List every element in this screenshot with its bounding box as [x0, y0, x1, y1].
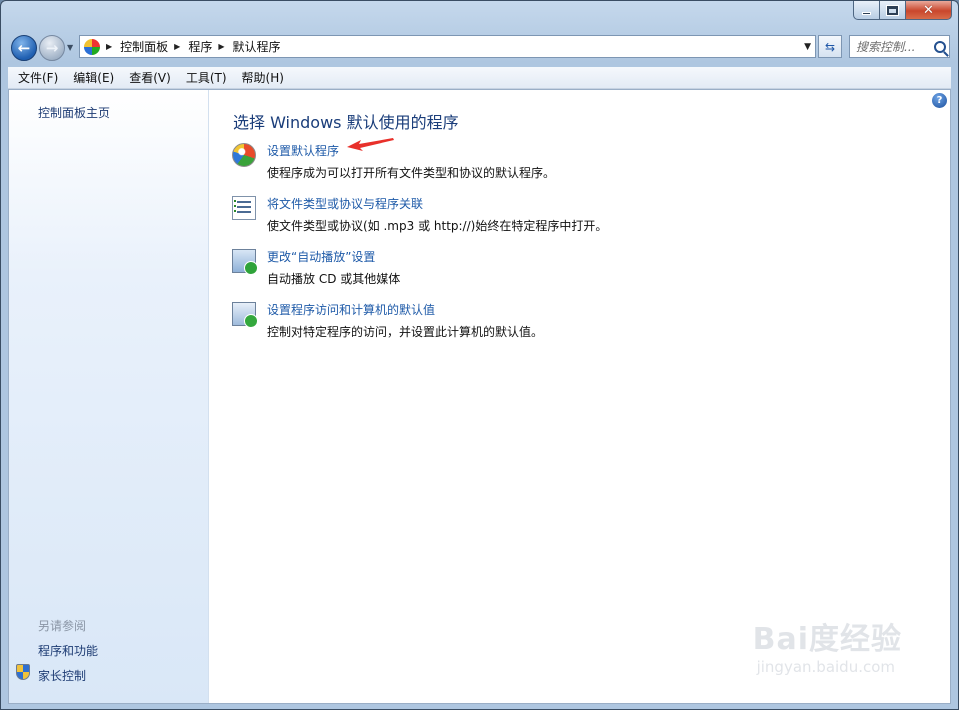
maximize-button[interactable] — [880, 1, 906, 20]
address-dropdown-icon[interactable]: ▼ — [804, 42, 811, 52]
forward-button[interactable]: → — [39, 35, 65, 61]
menu-help[interactable]: 帮助(H) — [237, 69, 289, 86]
page-title: 选择 Windows 默认使用的程序 — [233, 113, 459, 132]
back-button[interactable]: ← — [11, 35, 37, 61]
menu-view[interactable]: 查看(V) — [124, 69, 176, 86]
search-box — [849, 35, 950, 58]
search-icon[interactable] — [934, 40, 946, 53]
sidebar-link-parental-controls[interactable]: 家长控制 — [38, 667, 86, 684]
recent-pages-dropdown[interactable]: ▼ — [67, 43, 73, 52]
shield-icon — [16, 664, 30, 680]
red-arrow-annotation — [347, 138, 394, 151]
content-frame: 控制面板主页 另请参阅 程序和功能 家长控制 ? 选择 Windows 默认使用… — [8, 89, 951, 704]
sidebar: 控制面板主页 另请参阅 程序和功能 家长控制 — [9, 90, 209, 703]
minimize-button[interactable] — [853, 1, 880, 20]
task-description: 自动播放 CD 或其他媒体 — [267, 272, 401, 286]
baidu-jingyan-watermark: Bai度经验 jingyan.baidu.com — [753, 614, 902, 676]
autoplay-icon — [232, 249, 258, 275]
task-file-association: 将文件类型或协议与程序关联 使文件类型或协议(如 .mp3 或 http://)… — [232, 195, 932, 239]
watermark-logo: Bai度经验 — [752, 622, 902, 657]
refresh-button[interactable]: ⇆ — [818, 35, 842, 58]
refresh-icon: ⇆ — [824, 39, 836, 54]
link-set-default-programs[interactable]: 设置默认程序 — [267, 142, 339, 159]
breadcrumb-default-programs[interactable]: 默认程序 — [233, 38, 281, 55]
breadcrumb-control-panel[interactable]: 控制面板 — [120, 38, 168, 55]
default-programs-icon — [232, 143, 256, 167]
explorer-window: ✕ ← → ▼ ▶ 控制面板 ▶ 程序 ▶ 默认程序 ▼ ⇆ 文件(F) 编辑(… — [0, 0, 959, 710]
task-program-access: 设置程序访问和计算机的默认值 控制对特定程序的访问，并设置此计算机的默认值。 — [232, 301, 932, 345]
menu-file[interactable]: 文件(F) — [13, 69, 63, 86]
link-autoplay-settings[interactable]: 更改“自动播放”设置 — [267, 248, 375, 265]
task-set-default-programs: 设置默认程序 使程序成为可以打开所有文件类型和协议的默认程序。 — [232, 142, 932, 186]
program-access-icon — [232, 302, 258, 328]
watermark-url: jingyan.baidu.com — [756, 658, 896, 676]
link-file-association[interactable]: 将文件类型或协议与程序关联 — [267, 195, 423, 212]
maximize-icon — [886, 4, 899, 16]
file-association-icon — [232, 196, 256, 220]
forward-arrow-icon: → — [45, 39, 59, 57]
search-input[interactable] — [856, 39, 932, 54]
breadcrumb-separator-icon[interactable]: ▶ — [218, 42, 224, 51]
task-autoplay: 更改“自动播放”设置 自动播放 CD 或其他媒体 — [232, 248, 932, 292]
task-description: 使文件类型或协议(如 .mp3 或 http://)始终在特定程序中打开。 — [267, 219, 608, 233]
main-panel: ? 选择 Windows 默认使用的程序 设置默认程序 使程序成为可以打开所有文… — [210, 90, 950, 703]
close-button[interactable]: ✕ — [906, 1, 952, 20]
minimize-icon — [862, 11, 871, 15]
help-icon[interactable]: ? — [932, 93, 947, 108]
caption-buttons: ✕ — [853, 1, 952, 21]
close-icon: ✕ — [923, 2, 934, 18]
menu-tools[interactable]: 工具(T) — [181, 69, 232, 86]
address-bar[interactable]: ▶ 控制面板 ▶ 程序 ▶ 默认程序 ▼ — [79, 35, 816, 58]
navigation-bar: ← → ▼ ▶ 控制面板 ▶ 程序 ▶ 默认程序 ▼ ⇆ — [1, 29, 958, 65]
breadcrumb-programs[interactable]: 程序 — [188, 38, 212, 55]
link-program-access-defaults[interactable]: 设置程序访问和计算机的默认值 — [267, 301, 435, 318]
breadcrumb-separator-icon[interactable]: ▶ — [106, 42, 112, 51]
menu-bar: 文件(F) 编辑(E) 查看(V) 工具(T) 帮助(H) — [8, 67, 951, 89]
control-panel-icon — [84, 38, 100, 55]
back-arrow-icon: ← — [17, 39, 31, 57]
task-description: 使程序成为可以打开所有文件类型和协议的默认程序。 — [267, 166, 556, 180]
sidebar-link-programs-and-features[interactable]: 程序和功能 — [38, 642, 98, 659]
menu-edit[interactable]: 编辑(E) — [68, 69, 119, 86]
breadcrumb-separator-icon[interactable]: ▶ — [174, 42, 180, 51]
sidebar-link-control-panel-home[interactable]: 控制面板主页 — [38, 104, 110, 121]
task-description: 控制对特定程序的访问，并设置此计算机的默认值。 — [267, 325, 544, 339]
see-also-heading: 另请参阅 — [38, 619, 87, 633]
